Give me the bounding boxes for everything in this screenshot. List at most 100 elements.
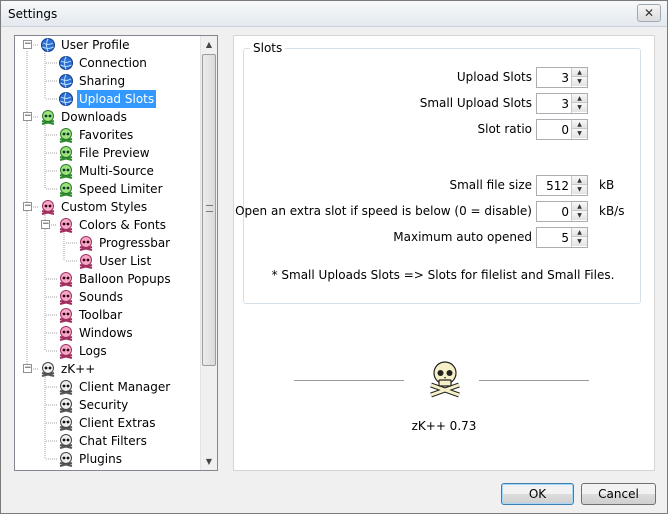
slot-row-label: Upload Slots — [456, 70, 532, 84]
tree-item-label: Speed Limiter — [79, 182, 163, 196]
tree-item-label: Progressbar — [99, 236, 171, 250]
cancel-button[interactable]: Cancel — [581, 483, 656, 505]
slots-note: * Small Uploads Slots => Slots for filel… — [271, 268, 615, 282]
spin-down-arrow-icon[interactable]: ▼ — [572, 129, 587, 138]
spin-up-arrow-icon[interactable]: ▲ — [572, 176, 587, 185]
spinner-buttons: ▲ ▼ — [571, 202, 587, 221]
spin-down-arrow-icon[interactable]: ▼ — [572, 77, 587, 86]
value-spinner[interactable]: 0 ▲ ▼ — [536, 119, 588, 140]
pink-skull-icon — [78, 253, 94, 269]
spin-up-arrow-icon[interactable]: ▲ — [572, 68, 587, 77]
globe-icon — [58, 91, 74, 107]
crossbones-icon — [58, 451, 74, 467]
green-skull-icon — [58, 163, 74, 179]
title-bar[interactable]: Settings ✕ — [1, 1, 667, 27]
spin-down-arrow-icon[interactable]: ▼ — [572, 211, 587, 220]
crossbones-icon — [58, 433, 74, 449]
unit-label: kB/s — [599, 204, 625, 218]
crossbones-icon — [58, 397, 74, 413]
tree-item-label: Windows — [79, 326, 133, 340]
slot-row-label: Open an extra slot if speed is below (0 … — [235, 204, 532, 218]
tree-item-label: Custom Styles — [61, 200, 148, 214]
tree-item-label: Connection — [79, 56, 147, 70]
spinner-value[interactable]: 512 — [546, 179, 569, 193]
scroll-thumb[interactable] — [202, 54, 216, 366]
slot-row-label: Small Upload Slots — [419, 96, 532, 110]
spinner-value[interactable]: 3 — [561, 97, 569, 111]
slot-row-label: Maximum auto opened — [393, 230, 532, 244]
pink-skull-icon — [58, 289, 74, 305]
settings-tree: ▲ ▼ User Profile − Connection Sharing Upload… — [14, 35, 218, 471]
spin-up-arrow-icon[interactable]: ▲ — [572, 94, 587, 103]
slot-row-label: Small file size — [449, 178, 533, 192]
spin-down-arrow-icon[interactable]: ▼ — [572, 237, 587, 246]
spin-down-arrow-icon[interactable]: ▼ — [572, 103, 587, 112]
tree-item-label: User List — [99, 254, 152, 268]
tree-item-label: Toolbar — [79, 308, 123, 322]
value-spinner[interactable]: 0 ▲ ▼ — [536, 201, 588, 222]
spinner-value[interactable]: 0 — [561, 205, 569, 219]
close-button[interactable]: ✕ — [637, 4, 661, 22]
settings-panel: Slots * Small Uploads Slots => Slots for… — [233, 35, 655, 471]
collapse-toggle-icon[interactable]: − — [23, 202, 32, 211]
green-skull-icon — [58, 145, 74, 161]
value-spinner[interactable]: 3 ▲ ▼ — [536, 93, 588, 114]
tree-item-label: Plugins — [79, 452, 122, 466]
tree-item-label: Favorites — [79, 128, 134, 142]
green-skull-icon — [58, 127, 74, 143]
crossbones-icon — [58, 415, 74, 431]
spinner-value[interactable]: 0 — [561, 123, 569, 137]
tree-item-label: Sounds — [79, 290, 124, 304]
divider-right — [479, 380, 589, 381]
globe-icon — [58, 73, 74, 89]
collapse-toggle-icon[interactable]: − — [23, 364, 32, 373]
green-skull-icon — [58, 181, 74, 197]
tree-item-label: Multi-Source — [79, 164, 154, 178]
tree-scrollbar[interactable]: ▲ ▼ — [200, 36, 217, 470]
spinner-buttons: ▲ ▼ — [571, 94, 587, 113]
globe-icon — [58, 55, 74, 71]
collapse-toggle-icon[interactable]: − — [23, 112, 32, 121]
spinner-buttons: ▲ ▼ — [571, 228, 587, 247]
slot-row: Slot ratio 0 ▲ ▼ — [244, 119, 642, 141]
spin-up-arrow-icon[interactable]: ▲ — [572, 228, 587, 237]
green-skull-icon — [40, 109, 56, 125]
slots-group: Slots * Small Uploads Slots => Slots for… — [235, 41, 642, 304]
collapse-toggle-icon[interactable]: − — [41, 220, 50, 229]
spin-down-arrow-icon[interactable]: ▼ — [572, 185, 587, 194]
scroll-up-arrow-icon[interactable]: ▲ — [201, 36, 217, 53]
spinner-buttons: ▲ ▼ — [571, 120, 587, 139]
value-spinner[interactable]: 3 ▲ ▼ — [536, 67, 588, 88]
spinner-value[interactable]: 3 — [561, 71, 569, 85]
spinner-value[interactable]: 5 — [561, 231, 569, 245]
slot-row: Small Upload Slots 3 ▲ ▼ — [244, 93, 642, 115]
globe-icon — [40, 37, 56, 53]
spinner-buttons: ▲ ▼ — [571, 68, 587, 87]
version-label: zK++ 0.73 — [411, 419, 477, 433]
tree-item-label: Upload Slots — [77, 90, 157, 108]
crossbones-icon — [40, 361, 56, 377]
scroll-down-arrow-icon[interactable]: ▼ — [201, 453, 217, 470]
value-spinner[interactable]: 512 ▲ ▼ — [536, 175, 588, 196]
pink-skull-icon — [58, 325, 74, 341]
pink-skull-icon — [58, 271, 74, 287]
tree-item-label: Sharing — [79, 74, 126, 88]
tree-item-label: Client Extras — [79, 416, 156, 430]
value-spinner[interactable]: 5 ▲ ▼ — [536, 227, 588, 248]
ok-button[interactable]: OK — [501, 483, 574, 505]
slot-row: Small file size 512 ▲ ▼ kB — [244, 175, 642, 197]
unit-label: kB — [599, 178, 615, 192]
collapse-toggle-icon[interactable]: − — [23, 40, 32, 49]
spin-up-arrow-icon[interactable]: ▲ — [572, 202, 587, 211]
skull-crossbones-icon — [430, 361, 460, 398]
tree-item-label: Security — [79, 398, 129, 412]
pink-skull-icon — [78, 235, 94, 251]
scroll-grip-icon — [206, 205, 213, 212]
tree-item-label: Chat Filters — [79, 434, 147, 448]
spinner-buttons: ▲ ▼ — [571, 176, 587, 195]
tree-item-label: User Profile — [61, 38, 130, 52]
tree-item-label: zK++ — [61, 362, 96, 376]
slot-row: Upload Slots 3 ▲ ▼ — [244, 67, 642, 89]
spin-up-arrow-icon[interactable]: ▲ — [572, 120, 587, 129]
pink-skull-icon — [58, 343, 74, 359]
